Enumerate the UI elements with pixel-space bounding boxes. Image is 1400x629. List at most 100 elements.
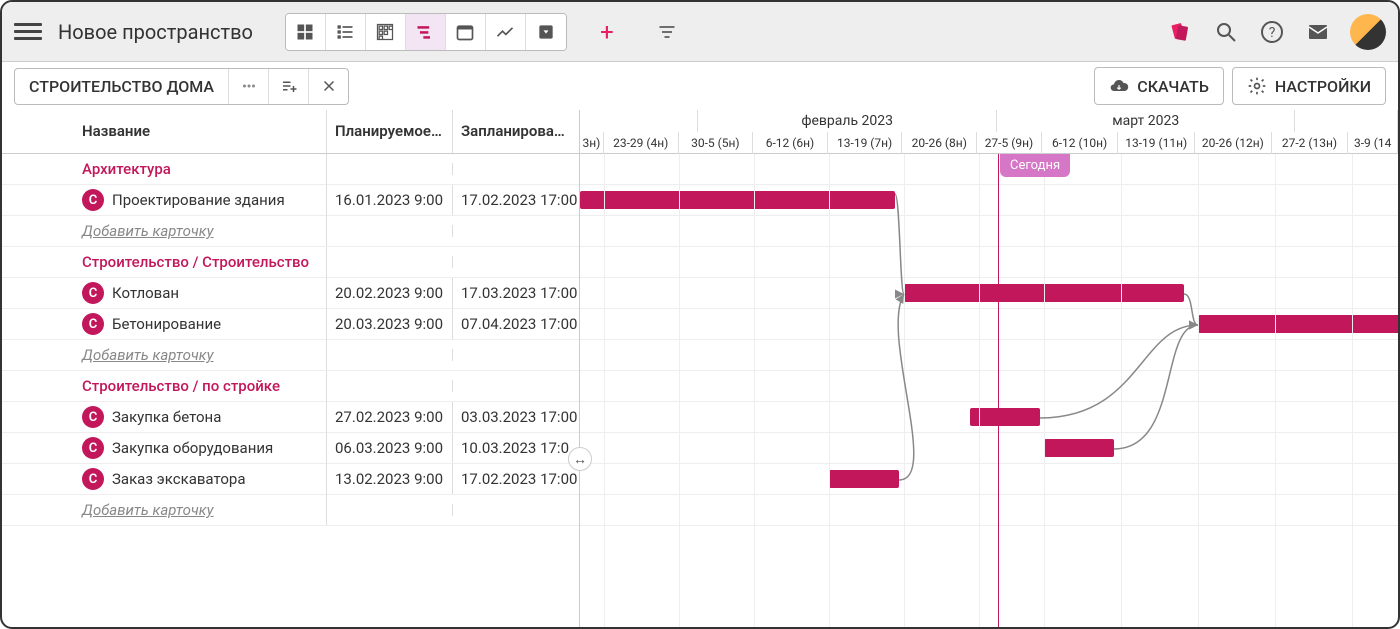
task-start: 20.02.2023 9:00 [327, 278, 453, 308]
col-name-header: Название [2, 110, 327, 153]
group-name: Архитектура [2, 154, 327, 184]
week-label: 27-2 (13н) [1272, 132, 1349, 154]
group-name: Строительство / по стройке [2, 371, 327, 401]
add-card-label: Добавить карточку [2, 495, 327, 525]
task-end: 17.03.2023 17:00 [453, 278, 579, 308]
group-row[interactable]: Архитектура [2, 154, 579, 185]
task-end: 17.02.2023 17:00 [453, 185, 579, 215]
gantt-bar[interactable] [580, 191, 895, 209]
task-end: 03.03.2023 17:00 [453, 402, 579, 432]
task-start: 13.02.2023 9:00 [327, 464, 453, 494]
week-label: 6-12 (10н) [1042, 132, 1119, 154]
pane-resize-handle[interactable]: ↔ [568, 447, 592, 471]
week-label: 27-5 (9н) [977, 132, 1042, 154]
menu-icon[interactable] [14, 18, 42, 46]
task-row[interactable]: С Котлован 20.02.2023 9:00 17.03.2023 17:… [2, 278, 579, 309]
mail-icon[interactable] [1304, 18, 1332, 46]
task-end: 10.03.2023 17:0 [453, 433, 579, 463]
task-badge: С [82, 406, 104, 428]
month-blank [1295, 110, 1398, 132]
board-add-icon[interactable] [268, 69, 308, 104]
task-badge: С [82, 282, 104, 304]
gear-icon [1247, 76, 1267, 96]
week-label: 20-26 (8н) [902, 132, 977, 154]
task-name: Котлован [112, 284, 179, 302]
week-label: 23-29 (4н) [604, 132, 679, 154]
workspace-title: Новое пространство [58, 20, 253, 44]
settings-label: НАСТРОЙКИ [1275, 77, 1371, 96]
group-name: Строительство / Строительство [2, 247, 327, 277]
group-row[interactable]: Строительство / Строительство [2, 247, 579, 278]
view-list-icon[interactable] [326, 14, 366, 50]
col-end-header: Запланирован… [453, 110, 579, 153]
add-button[interactable]: + [587, 14, 627, 50]
view-chart-icon[interactable] [486, 14, 526, 50]
task-badge: С [82, 313, 104, 335]
task-row[interactable]: СЗакупка оборудования 06.03.2023 9:00 10… [2, 433, 579, 464]
svg-text:?: ? [1269, 25, 1276, 41]
task-name: Закупка бетона [112, 408, 221, 426]
add-card-row[interactable]: Добавить карточку [2, 216, 579, 247]
col-start-header: Планируемое н… [327, 110, 453, 153]
view-calendar-icon[interactable] [446, 14, 486, 50]
task-name: Заказ экскаватора [112, 470, 246, 488]
app-window: Новое пространство + ? СТРОИТЕЛЬСТВО ДОМ… [0, 0, 1400, 629]
month-blank [580, 110, 698, 132]
group-row[interactable]: Строительство / по стройке [2, 371, 579, 402]
view-mode-group [285, 13, 567, 51]
view-grid-icon[interactable] [366, 14, 406, 50]
task-name: Проектирование здания [112, 191, 285, 209]
task-badge: С [82, 189, 104, 211]
filter-icon[interactable] [647, 14, 687, 50]
secondbar-right: СКАЧАТЬ НАСТРОЙКИ [1094, 67, 1386, 105]
task-start: 16.01.2023 9:00 [327, 185, 453, 215]
task-badge: С [82, 468, 104, 490]
task-row[interactable]: С Проектирование здания 16.01.2023 9:00 1… [2, 185, 579, 216]
topbar: Новое пространство + ? [2, 2, 1398, 62]
search-icon[interactable] [1212, 18, 1240, 46]
board-close-icon[interactable] [308, 69, 348, 104]
today-line [998, 154, 999, 627]
view-gantt-icon[interactable] [406, 14, 446, 50]
week-label: 13-19 (11н) [1118, 132, 1195, 154]
gantt-area: Название Планируемое н… Запланирован… Ар… [2, 110, 1398, 627]
board-more-icon[interactable] [228, 69, 268, 104]
view-board-icon[interactable] [286, 14, 326, 50]
add-card-row[interactable]: Добавить карточку [2, 495, 579, 526]
week-label: 13-19 (7н) [828, 132, 903, 154]
help-icon[interactable]: ? [1258, 18, 1286, 46]
left-pane: Название Планируемое н… Запланирован… Ар… [2, 110, 580, 627]
add-card-label: Добавить карточку [2, 340, 327, 370]
avatar[interactable] [1350, 14, 1386, 50]
task-name: Бетонирование [112, 315, 221, 333]
today-badge: Сегодня [1000, 154, 1070, 177]
week-label: 30-5 (5н) [679, 132, 754, 154]
cloud-download-icon [1109, 76, 1129, 96]
gantt-bar[interactable] [1044, 439, 1114, 457]
task-start: 27.02.2023 9:00 [327, 402, 453, 432]
download-label: СКАЧАТЬ [1137, 77, 1209, 96]
view-archive-icon[interactable] [526, 14, 566, 50]
task-end: 17.02.2023 17:00 [453, 464, 579, 494]
task-row[interactable]: С Заказ экскаватора 13.02.2023 9:00 17.02… [2, 464, 579, 495]
task-row[interactable]: СБетонирование 20.03.2023 9:00 07.04.202… [2, 309, 579, 340]
task-badge: С [82, 437, 104, 459]
add-card-row[interactable]: Добавить карточку [2, 340, 579, 371]
cards-icon[interactable] [1166, 18, 1194, 46]
week-label: 6-12 (6н) [753, 132, 828, 154]
task-start: 06.03.2023 9:00 [327, 433, 453, 463]
topbar-right: ? [1166, 14, 1386, 50]
board-name: СТРОИТЕЛЬСТВО ДОМА [15, 69, 228, 104]
board-name-group: СТРОИТЕЛЬСТВО ДОМА [14, 68, 349, 105]
gantt-bar[interactable] [970, 408, 1040, 426]
table-header: Название Планируемое н… Запланирован… [2, 110, 579, 154]
gantt-bar[interactable] [1198, 315, 1398, 333]
download-button[interactable]: СКАЧАТЬ [1094, 67, 1224, 105]
month-label: март 2023 [997, 110, 1296, 132]
week-label: 20-26 (12н) [1195, 132, 1272, 154]
gantt-bar[interactable] [829, 470, 899, 488]
task-row[interactable]: С Закупка бетона 27.02.2023 9:00 03.03.20… [2, 402, 579, 433]
week-label: 3н) [580, 132, 604, 154]
timeline-header: февраль 2023 март 2023 3н) 23-29 (4н) 30… [580, 110, 1398, 154]
settings-button[interactable]: НАСТРОЙКИ [1232, 67, 1386, 105]
